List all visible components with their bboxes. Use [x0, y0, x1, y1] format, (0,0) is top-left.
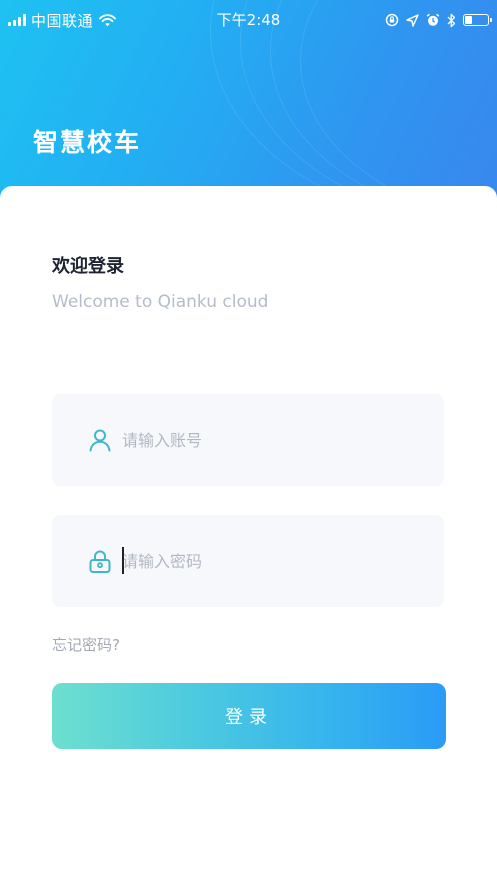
password-field[interactable]	[52, 515, 444, 607]
user-icon	[88, 428, 112, 452]
screen-lock-icon	[385, 13, 399, 27]
password-input[interactable]	[122, 545, 422, 577]
text-cursor	[122, 547, 124, 574]
login-screen: 中国联通 下午2:48 智慧校车 欢迎登录 Welcome to Qianku …	[0, 0, 497, 883]
bluetooth-icon	[447, 13, 456, 27]
account-field[interactable]	[52, 394, 444, 486]
app-title: 智慧校车	[33, 128, 142, 157]
alarm-icon	[426, 13, 440, 26]
login-button[interactable]: 登录	[52, 683, 446, 749]
welcome-subtitle: Welcome to Qianku cloud	[52, 292, 269, 312]
battery-icon	[463, 14, 492, 26]
status-bar: 中国联通 下午2:48	[0, 0, 497, 40]
status-right	[385, 10, 492, 30]
forgot-password-link[interactable]: 忘记密码?	[52, 634, 120, 656]
location-icon	[406, 13, 419, 27]
welcome-title: 欢迎登录	[52, 256, 124, 277]
battery-fill	[465, 16, 472, 24]
account-input[interactable]	[122, 424, 422, 456]
lock-icon	[88, 549, 112, 573]
